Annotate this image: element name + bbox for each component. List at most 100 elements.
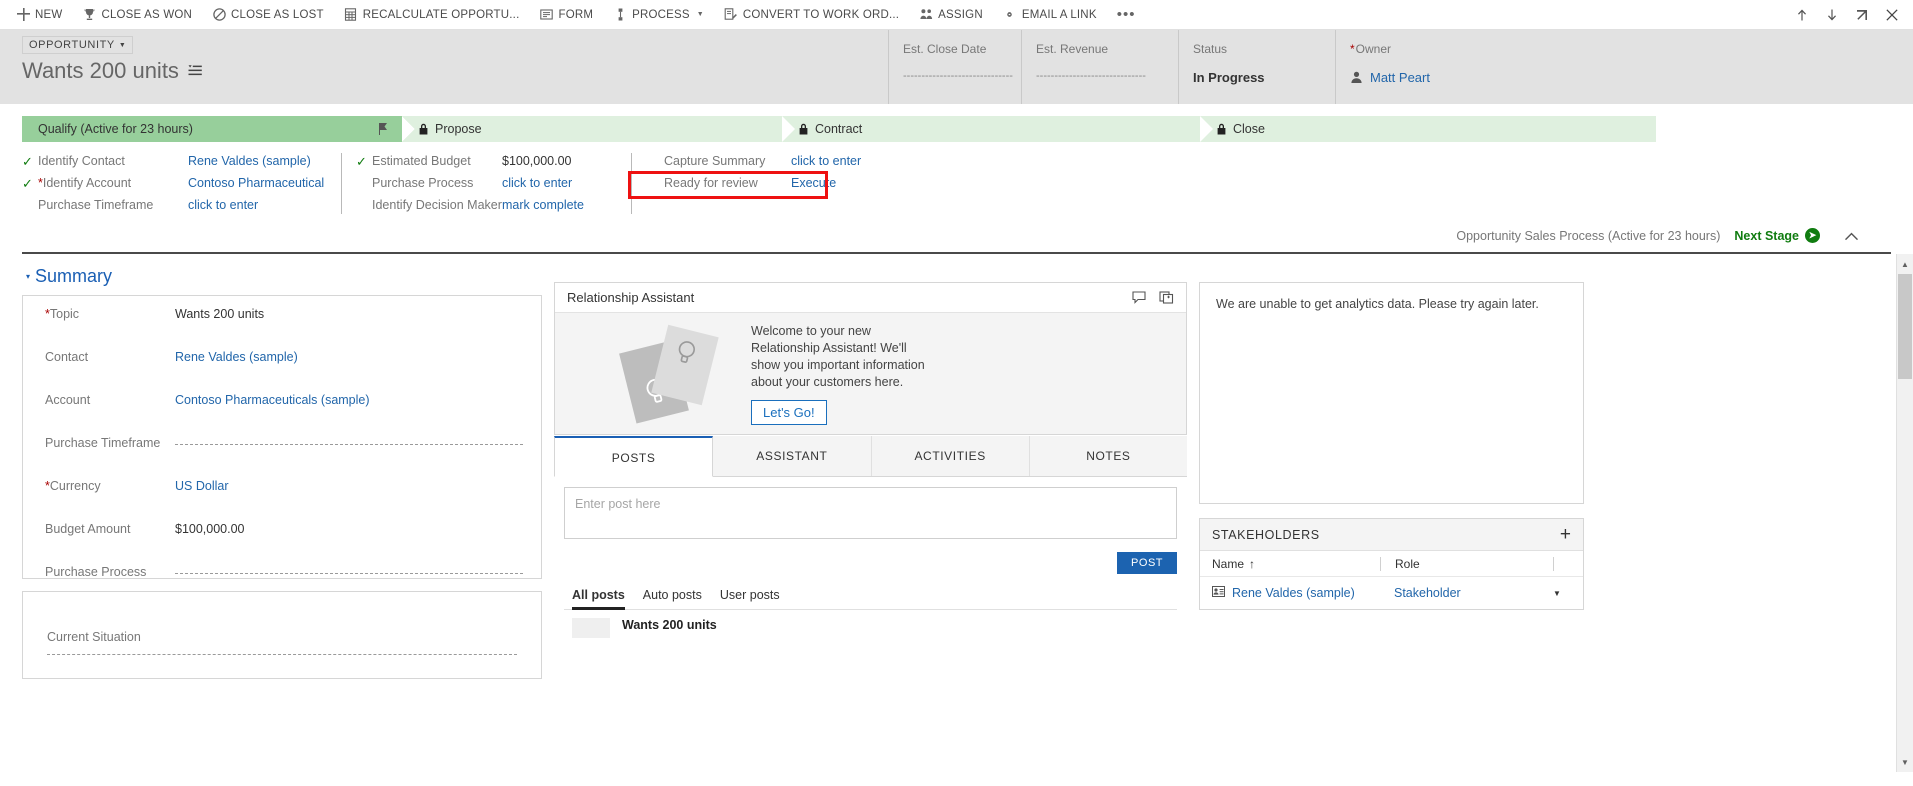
process-step-value[interactable]: click to enter [502, 175, 572, 192]
header-field-status: Status In Progress [1178, 30, 1335, 104]
record-header-left: OPPORTUNITY ▼ Wants 200 units [22, 30, 888, 104]
process-stage-qualify[interactable]: Qualify (Active for 23 hours) [22, 116, 415, 142]
process-step-identify-account[interactable]: ✓ *Identify Account Contoso Pharmaceutic… [22, 175, 331, 192]
command-new-label: NEW [35, 8, 63, 21]
next-stage-button[interactable]: Next Stage ➤ [1734, 228, 1820, 243]
process-step-identify-decision-maker[interactable]: Identify Decision Maker mark complete [356, 197, 621, 214]
header-field-empty-value[interactable]: ------------------------------ [1036, 70, 1196, 82]
field-label: Purchase Timeframe [45, 436, 161, 450]
command-form[interactable]: FORM [529, 1, 603, 29]
header-field-owner: *Owner Matt Peart [1335, 30, 1575, 104]
form-body: ▾ Summary *Topic Wants 200 units Contact… [0, 254, 1913, 772]
command-recalculate-opportunity[interactable]: RECALCULATE OPPORTU... [334, 1, 530, 29]
command-email-a-link[interactable]: EMAIL A LINK [993, 1, 1107, 29]
process-stage-label: Propose [435, 122, 482, 136]
summary-section-header[interactable]: ▾ Summary [22, 254, 542, 295]
field-contact[interactable]: Contact Rene Valdes (sample) [23, 339, 541, 382]
vertical-scrollbar[interactable]: ▲ ▼ [1896, 254, 1913, 772]
illustration-card-front [651, 324, 719, 405]
field-empty-value[interactable] [175, 444, 523, 445]
lets-go-button[interactable]: Let's Go! [751, 399, 827, 425]
command-assign[interactable]: ASSIGN [909, 1, 993, 29]
header-field-est-close-date: Est. Close Date ------------------------… [888, 30, 1021, 104]
filter-user-posts[interactable]: User posts [720, 588, 780, 610]
process-step-value[interactable]: Contoso Pharmaceutical [188, 175, 324, 192]
process-stage-close[interactable]: Close [1200, 116, 1656, 142]
process-stage-propose[interactable]: Propose [402, 116, 795, 142]
stakeholder-name-cell[interactable]: Rene Valdes (sample) [1200, 586, 1380, 600]
filter-auto-posts[interactable]: Auto posts [643, 588, 702, 610]
tab-activities[interactable]: ACTIVITIES [872, 436, 1030, 476]
command-overflow[interactable]: ••• [1107, 1, 1146, 29]
column-header-role[interactable]: Role [1380, 556, 1553, 571]
field-account[interactable]: Account Contoso Pharmaceuticals (sample) [23, 382, 541, 425]
popout-icon[interactable] [1849, 2, 1875, 28]
process-step-purchase-timeframe[interactable]: Purchase Timeframe click to enter [22, 197, 331, 214]
process-step-value[interactable]: mark complete [502, 197, 584, 214]
comment-icon[interactable] [1132, 291, 1147, 304]
table-row[interactable]: Rene Valdes (sample) Stakeholder ▼ [1200, 577, 1583, 609]
down-arrow-icon[interactable] [1819, 2, 1845, 28]
field-label-current-situation: Current Situation [47, 630, 141, 644]
process-step-identify-contact[interactable]: ✓ Identify Contact Rene Valdes (sample) [22, 153, 331, 170]
column-header-name[interactable]: Name ↑ [1200, 557, 1380, 571]
post-input[interactable] [564, 487, 1177, 539]
command-process[interactable]: PROCESS ▼ [603, 1, 714, 29]
field-currency[interactable]: *Currency US Dollar [23, 468, 541, 511]
command-email-link-label: EMAIL A LINK [1021, 8, 1097, 21]
collapse-process-icon[interactable] [1834, 231, 1869, 241]
header-field-label: Est. Close Date [903, 42, 987, 56]
tab-notes[interactable]: NOTES [1030, 436, 1187, 476]
post-button[interactable]: POST [1117, 552, 1177, 574]
process-name-label: Opportunity Sales Process (Active for 23… [1456, 228, 1721, 243]
record-menu-icon[interactable] [187, 64, 203, 78]
process-step-value[interactable]: click to enter [791, 153, 861, 170]
process-step-execute-link[interactable]: Execute [791, 175, 836, 192]
process-step-label: Identify Decision Maker [372, 198, 502, 212]
field-value[interactable]: Contoso Pharmaceuticals (sample) [175, 391, 370, 407]
stakeholder-role[interactable]: Stakeholder [1380, 586, 1553, 600]
list-item[interactable]: Wants 200 units [564, 610, 1177, 638]
process-stage-label: Qualify (Active for 23 hours) [38, 122, 193, 136]
field-label: Account [45, 393, 91, 407]
process-stage-contract[interactable]: Contract [782, 116, 1213, 142]
field-empty-value[interactable] [47, 654, 517, 655]
process-step-purchase-process[interactable]: Purchase Process click to enter [356, 175, 621, 192]
field-label: *Topic [45, 307, 80, 321]
command-close-as-lost[interactable]: CLOSE AS LOST [202, 1, 334, 29]
command-close-as-won[interactable]: CLOSE AS WON [72, 1, 202, 29]
status-badge: In Progress [1193, 70, 1265, 85]
close-icon[interactable] [1879, 2, 1905, 28]
page-title: Wants 200 units [22, 58, 179, 83]
process-step-capture-summary[interactable]: Capture Summary click to enter [648, 153, 922, 170]
field-topic[interactable]: *Topic Wants 200 units [23, 296, 541, 339]
process-step-estimated-budget[interactable]: ✓ Estimated Budget $100,000.00 [356, 153, 621, 170]
scroll-up-arrow-icon[interactable]: ▲ [1897, 256, 1913, 272]
copy-icon[interactable] [1159, 291, 1174, 304]
field-budget-amount[interactable]: Budget Amount $100,000.00 [23, 511, 541, 554]
chevron-collapse-icon: ▾ [26, 272, 31, 281]
scroll-down-arrow-icon[interactable]: ▼ [1897, 754, 1913, 770]
command-new[interactable]: NEW [6, 1, 72, 29]
scrollbar-thumb[interactable] [1898, 274, 1912, 379]
up-arrow-icon[interactable] [1789, 2, 1815, 28]
process-step-ready-for-review[interactable]: Ready for review Execute [648, 175, 922, 192]
command-convert-to-work-order[interactable]: CONVERT TO WORK ORD... [714, 1, 909, 29]
field-value[interactable]: US Dollar [175, 477, 229, 493]
field-value[interactable]: Rene Valdes (sample) [175, 348, 298, 364]
owner-value[interactable]: Matt Peart [1350, 70, 1575, 85]
check-icon: ✓ [22, 154, 33, 169]
process-step-value[interactable]: click to enter [188, 197, 258, 214]
field-empty-value[interactable] [175, 573, 523, 574]
chevron-down-icon: ▼ [696, 11, 704, 18]
command-process-label: PROCESS [632, 8, 690, 21]
tab-posts[interactable]: POSTS [554, 436, 714, 477]
field-purchase-timeframe[interactable]: Purchase Timeframe [23, 425, 541, 468]
entity-type-selector[interactable]: OPPORTUNITY ▼ [22, 36, 134, 54]
process-step-value[interactable]: Rene Valdes (sample) [188, 153, 311, 170]
convert-icon [724, 8, 738, 22]
row-menu-chevron-down-icon[interactable]: ▼ [1553, 589, 1583, 598]
add-stakeholder-button[interactable]: + [1560, 525, 1571, 544]
tab-assistant[interactable]: ASSISTANT [713, 436, 872, 476]
filter-all-posts[interactable]: All posts [572, 588, 625, 610]
